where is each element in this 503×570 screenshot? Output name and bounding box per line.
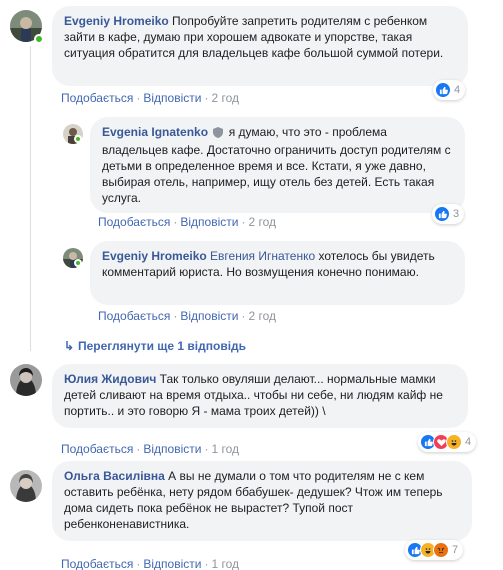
separator: · [173,215,178,229]
shield-icon [213,126,224,142]
separator: · [204,442,209,456]
timestamp[interactable]: 1 год [211,557,239,570]
timestamp[interactable]: 2 год [211,91,239,105]
comment-author[interactable]: Evgeniy Hromeiko [102,249,207,263]
like-link[interactable]: Подобається [98,215,170,229]
separator: · [136,442,141,456]
comment-bubble: Юлия Жидович Так только овуляши делают..… [52,364,468,428]
comment-actions: Подобається · Відповісти · 1 год [61,557,239,570]
angry-reaction-icon [433,542,449,558]
avatar[interactable] [10,364,42,396]
reply-link[interactable]: Відповісти [143,557,201,570]
like-reaction-icon [434,206,450,222]
like-link[interactable]: Подобається [98,309,170,323]
comment-text-tail: \ [322,404,326,418]
comment-actions: Подобається · Відповісти · 1 год [61,442,239,456]
comment-actions: Подобається · Відповісти · 2 год [61,91,239,105]
comment-actions: Подобається · Відповісти · 2 год [98,215,276,229]
haha-reaction-icon [446,434,462,450]
mention-link[interactable]: Евгения Игнатенко [210,249,315,263]
reaction-count: 7 [452,544,459,556]
reply-link[interactable]: Відповісти [143,442,201,456]
view-more-replies[interactable]: ↳ Переглянути ще 1 відповідь [64,339,246,353]
comment-bubble: Evgenia Ignatenko я думаю, что это - про… [90,117,465,213]
separator: · [241,309,246,323]
comment-actions: Подобається · Відповісти · 2 год [98,309,276,323]
separator: · [136,557,141,570]
reply-thread-line [30,46,31,351]
comment-author[interactable]: Ольга Василівна [64,469,165,483]
reply-link[interactable]: Відповісти [180,309,238,323]
online-status-dot [74,135,82,143]
comment-author[interactable]: Юлия Жидович [64,372,156,386]
reaction-summary[interactable]: 4 [433,80,466,100]
separator: · [173,309,178,323]
online-status-dot [34,34,44,44]
comment-bubble: Evgeniy Hromeiko Евгения Игнатенко хотел… [90,241,465,305]
timestamp[interactable]: 1 год [211,442,239,456]
reaction-summary[interactable]: 7 [405,540,464,560]
online-status-dot [74,259,82,267]
like-link[interactable]: Подобається [61,91,133,105]
like-link[interactable]: Подобається [61,557,133,570]
avatar[interactable] [10,470,42,502]
reply-link[interactable]: Відповісти [180,215,238,229]
separator: · [241,215,246,229]
comment-author[interactable]: Evgenia Ignatenko [102,125,208,139]
comment-bubble: Ольга Василівна А вы не думали о том что… [52,461,472,541]
timestamp[interactable]: 2 год [248,309,276,323]
like-link[interactable]: Подобається [61,442,133,456]
separator: · [204,557,209,570]
like-reaction-icon [435,82,451,98]
timestamp[interactable]: 2 год [248,215,276,229]
reaction-count: 4 [465,436,472,448]
view-more-replies-label: Переглянути ще 1 відповідь [78,339,247,353]
reaction-count: 4 [454,84,461,96]
reply-link[interactable]: Відповісти [143,91,201,105]
reaction-summary[interactable]: 4 [418,432,477,452]
separator: · [136,91,141,105]
separator: · [204,91,209,105]
comment-author[interactable]: Evgeniy Hromeiko [64,14,169,28]
reaction-count: 3 [453,208,460,220]
reaction-summary[interactable]: 3 [432,204,465,224]
reply-arrow-icon: ↳ [64,339,75,353]
comment-bubble: Evgeniy Hromeiko Попробуйте запретить ро… [52,6,468,86]
